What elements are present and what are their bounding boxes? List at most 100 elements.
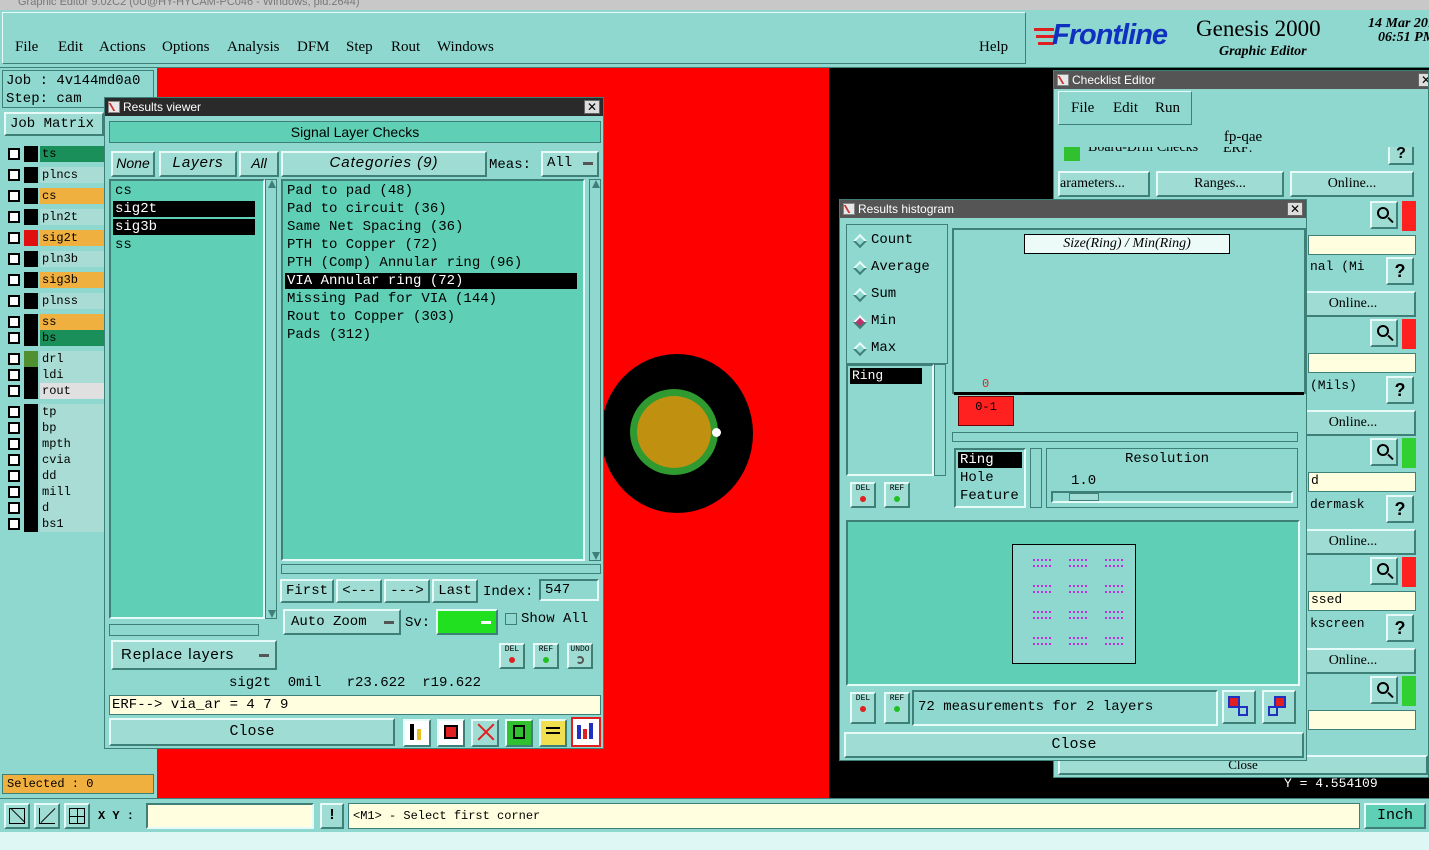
layer-checkbox[interactable]	[8, 385, 20, 397]
cl-menu-run[interactable]: Run	[1155, 100, 1180, 117]
measure-item-ring[interactable]: Ring	[850, 368, 922, 384]
category-item[interactable]: PTH to Copper (72)	[285, 237, 577, 253]
last-button[interactable]: Last	[432, 579, 478, 603]
feature-scrollbar[interactable]	[1030, 448, 1042, 508]
show-all-checkbox[interactable]	[505, 613, 517, 625]
rv-layer-item[interactable]: ss	[113, 237, 255, 253]
layer-checkbox[interactable]	[8, 470, 20, 482]
layer-checkbox[interactable]	[8, 454, 20, 466]
layer-row-ss[interactable]: ss	[6, 314, 104, 330]
layer-color-swatch[interactable]	[24, 452, 38, 468]
ruler-icon[interactable]	[505, 719, 533, 747]
layer-checkbox[interactable]	[8, 406, 20, 418]
layer-name[interactable]: bs1	[40, 516, 104, 532]
layer-name[interactable]: d	[40, 500, 104, 516]
rv-layer-item[interactable]: sig2t	[113, 201, 255, 217]
zoom-icon[interactable]	[1370, 438, 1398, 466]
layer-name[interactable]: ts	[40, 146, 104, 162]
menu-analysis[interactable]: Analysis	[227, 39, 280, 56]
menu-dfm[interactable]: DFM	[297, 39, 330, 56]
layer-checkbox[interactable]	[8, 316, 20, 328]
layer-row-ts[interactable]: ts	[6, 146, 104, 162]
mode-label[interactable]: Average	[871, 259, 930, 275]
menu-options[interactable]: Options	[162, 39, 210, 56]
select-rect-icon[interactable]	[4, 803, 30, 829]
layer-color-swatch[interactable]	[24, 293, 38, 309]
menu-edit[interactable]: Edit	[58, 39, 83, 56]
ref-button[interactable]: REF	[533, 643, 559, 669]
hist-ref-button-2[interactable]: REF	[884, 692, 910, 724]
layer-checkbox[interactable]	[8, 332, 20, 344]
layer-row-plnss[interactable]: plnss	[6, 293, 104, 309]
mode-radio-min[interactable]	[852, 314, 868, 330]
layer-color-swatch[interactable]	[24, 420, 38, 436]
layer-color-swatch[interactable]	[24, 251, 38, 267]
rv-layer-list[interactable]: cs sig2t sig3b ss	[109, 179, 265, 619]
table-icon[interactable]	[437, 719, 465, 747]
feature-item[interactable]: Ring	[958, 452, 1022, 468]
zoom-icon[interactable]	[1370, 557, 1398, 585]
menu-step[interactable]: Step	[346, 39, 373, 56]
feature-item[interactable]: Feature	[958, 488, 1022, 504]
resolution-slider[interactable]	[1051, 491, 1293, 503]
zoom-icon[interactable]	[1370, 319, 1398, 347]
measure-icon[interactable]	[34, 803, 60, 829]
all-layers-button[interactable]: All	[239, 151, 279, 177]
layers-button[interactable]: Layers	[159, 151, 237, 177]
prev-button[interactable]: <---	[336, 579, 382, 603]
help-button[interactable]: ?	[1386, 614, 1414, 642]
next-button[interactable]: --->	[384, 579, 430, 603]
category-item[interactable]: Pad to circuit (36)	[285, 201, 577, 217]
export-icon[interactable]	[1222, 690, 1256, 724]
layer-name[interactable]: plnss	[40, 293, 104, 309]
layer-row-dd[interactable]: dd	[6, 468, 104, 484]
online-button[interactable]: Online...	[1290, 529, 1416, 555]
chart-icon[interactable]	[403, 719, 431, 747]
help-button[interactable]: ?	[1386, 376, 1414, 404]
layer-name[interactable]: drl	[40, 351, 104, 367]
layer-checkbox[interactable]	[8, 253, 20, 265]
zoom-icon[interactable]	[1370, 201, 1398, 229]
layer-row-sig3b[interactable]: sig3b	[6, 272, 104, 288]
hist-del-button[interactable]: DEL	[850, 482, 876, 508]
layer-row-plncs[interactable]: plncs	[6, 167, 104, 183]
layer-row-mill[interactable]: mill	[6, 484, 104, 500]
layer-color-swatch[interactable]	[24, 500, 38, 516]
rv-layer-item[interactable]: cs	[113, 183, 255, 199]
layer-row-drl[interactable]: drl	[6, 351, 104, 367]
layer-checkbox[interactable]	[8, 438, 20, 450]
del-button[interactable]: DEL	[499, 643, 525, 669]
layer-row-cs[interactable]: cs	[6, 188, 104, 204]
layer-row-cvia[interactable]: cvia	[6, 452, 104, 468]
category-item[interactable]: Pad to pad (48)	[285, 183, 577, 199]
close-icon[interactable]: ✕	[1287, 202, 1303, 216]
close-icon[interactable]: ✕	[584, 100, 600, 114]
online-button[interactable]: Online...	[1290, 648, 1416, 674]
histogram-hscroll[interactable]	[952, 432, 1298, 442]
category-item[interactable]: Rout to Copper (303)	[285, 309, 577, 325]
layer-color-swatch[interactable]	[24, 404, 38, 420]
meas-dropdown[interactable]: All	[541, 151, 599, 177]
layer-row-tp[interactable]: tp	[6, 404, 104, 420]
layer-name[interactable]: cvia	[40, 452, 104, 468]
measure-scrollbar[interactable]	[934, 364, 946, 476]
cl-menu-file[interactable]: File	[1071, 100, 1094, 117]
layer-color-swatch[interactable]	[24, 146, 38, 162]
online-button[interactable]: Online...	[1290, 291, 1416, 317]
rv-category-list[interactable]: Pad to pad (48) Pad to circuit (36) Same N…	[281, 179, 585, 561]
online-button[interactable]: Online...	[1290, 410, 1416, 436]
mode-radio-sum[interactable]	[852, 287, 868, 303]
layer-color-swatch[interactable]	[24, 351, 38, 367]
erf-disabled-icon[interactable]	[471, 719, 499, 747]
mode-radio-max[interactable]	[852, 341, 868, 357]
histogram-icon[interactable]	[571, 717, 601, 747]
layer-row-d[interactable]: d	[6, 500, 104, 516]
layer-row-bs[interactable]: bs	[6, 330, 104, 346]
layer-color-swatch[interactable]	[24, 314, 38, 330]
layer-checkbox[interactable]	[8, 169, 20, 181]
help-button[interactable]: ?	[1388, 147, 1414, 165]
online-button-1[interactable]: Online...	[1290, 171, 1414, 197]
layer-row-ldi[interactable]: ldi	[6, 367, 104, 383]
layer-color-swatch[interactable]	[24, 272, 38, 288]
layer-color-swatch[interactable]	[24, 230, 38, 246]
